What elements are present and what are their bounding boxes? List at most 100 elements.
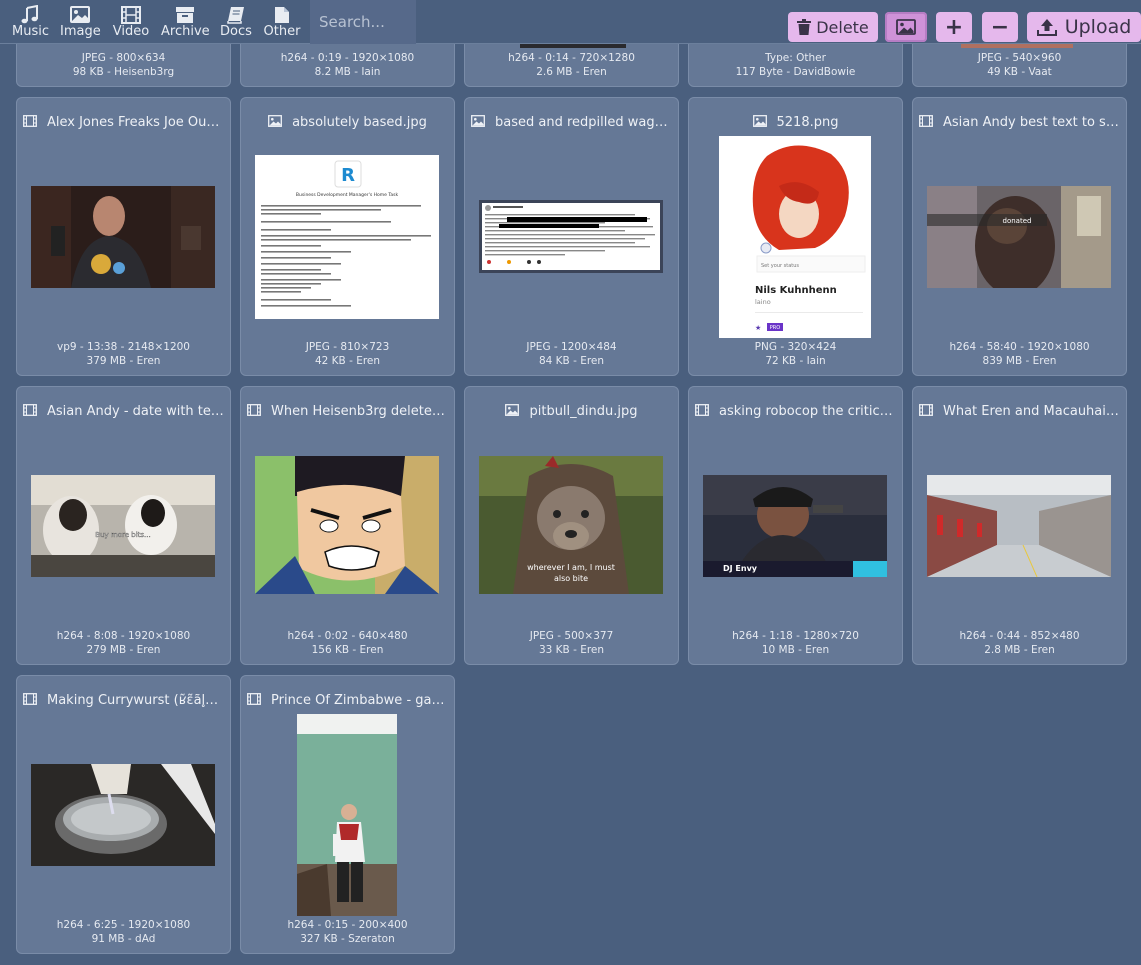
file-meta-size: 2.6 MB - Eren — [536, 66, 607, 78]
upload-icon — [1036, 19, 1057, 36]
category-label: Video — [112, 24, 150, 39]
image-thumbnail[interactable]: R Business Development Manager's Home Tas… — [255, 155, 439, 319]
search-input[interactable] — [310, 0, 416, 44]
category-image[interactable]: Image — [60, 3, 101, 43]
category-archive[interactable]: Archive — [161, 3, 210, 43]
file-meta-size: 156 KB - Eren — [311, 644, 384, 656]
delete-button[interactable]: Delete — [788, 12, 878, 42]
upload-button[interactable]: Upload — [1027, 12, 1141, 42]
image-thumbnail[interactable]: Set your status Nils Kuhnhenn laino ★ PRO — [719, 136, 871, 338]
file-meta-format: JPEG - 500×377 — [529, 630, 614, 642]
file-meta-size: 84 KB - Eren — [538, 355, 605, 367]
file-name: Asian Andy - date with text ... — [47, 404, 224, 419]
file-card[interactable]: based and redpilled wagesl... JPEG - 1200… — [464, 97, 679, 376]
file-meta-size: 327 KB - Szeraton — [300, 933, 395, 945]
file-title: Making Currywurst (ʁ̃ɛ̃ãl̥dɔ̀l̥... — [23, 693, 224, 711]
video-thumbnail[interactable] — [927, 475, 1111, 577]
file-card[interactable]: What Eren and Macauhai h... h264 - 0:44 -… — [912, 386, 1127, 665]
minus-icon: − — [990, 14, 1010, 40]
svg-text:Nils Kuhnhenn: Nils Kuhnhenn — [755, 285, 837, 296]
file-meta-size: 42 KB - Eren — [314, 355, 381, 367]
file-card[interactable]: Making Currywurst (ʁ̃ɛ̃ãl̥dɔ̀l̥... h264 -… — [16, 675, 231, 954]
file-icon — [263, 3, 301, 25]
svg-text:Business Development Manager's: Business Development Manager's Home Task — [296, 192, 399, 198]
top-toolbar: Music Image Video Archive Docs Other Del… — [0, 0, 1141, 44]
file-meta-size: 839 MB - Eren — [982, 355, 1057, 367]
book-icon — [219, 3, 253, 25]
file-meta-format: Type: Other — [765, 52, 826, 64]
svg-text:Set your status: Set your status — [761, 263, 799, 269]
file-name: When Heisenb3rg deletes ... — [271, 404, 448, 419]
file-meta-size: 91 MB - dAd — [91, 933, 156, 945]
category-label: Music — [12, 24, 49, 39]
video-thumbnail[interactable]: Buy more bits... — [31, 475, 215, 577]
file-meta-format: PNG - 320×424 — [754, 341, 837, 353]
image-view-toggle[interactable] — [885, 12, 927, 42]
file-title: based and redpilled wagesl... — [471, 115, 672, 133]
music-icon — [12, 3, 48, 25]
file-meta-size: 49 KB - Vaat — [987, 66, 1052, 78]
video-thumbnail[interactable] — [31, 186, 215, 288]
svg-text:laino: laino — [755, 298, 771, 306]
file-title: asking robocop the critical ... — [695, 404, 896, 422]
category-video[interactable]: Video — [112, 3, 150, 43]
file-meta-size: 8.2 MB - Iain — [314, 66, 381, 78]
file-name: Alex Jones Freaks Joe Out-ix... — [47, 115, 224, 130]
film-icon — [112, 3, 150, 25]
file-card[interactable]: absolutely based.jpg R Business Developmen… — [240, 97, 455, 376]
file-meta-size: 117 Byte - DavidBowie — [735, 66, 856, 78]
file-title: Alex Jones Freaks Joe Out-ix... — [23, 115, 224, 133]
file-meta-format: h264 - 0:44 - 852×480 — [959, 630, 1080, 642]
plus-icon: + — [944, 14, 964, 40]
image-thumbnail[interactable] — [479, 200, 663, 273]
category-music[interactable]: Music — [12, 3, 49, 43]
file-meta-size: 2.8 MB - Eren — [984, 644, 1055, 656]
image-thumbnail[interactable]: wherever I am, I must also bite — [479, 456, 663, 594]
file-meta-format: h264 - 8:08 - 1920×1080 — [56, 630, 191, 642]
file-title: Asian Andy best text to spe... — [919, 115, 1120, 133]
file-name: asking robocop the critical ... — [719, 404, 896, 419]
file-name: absolutely based.jpg — [292, 115, 427, 130]
film-icon — [247, 404, 261, 416]
image-icon — [896, 19, 916, 35]
file-meta-size: 98 KB - Heisenb3rg — [72, 66, 175, 78]
file-name: Making Currywurst (ʁ̃ɛ̃ãl̥dɔ̀l̥... — [47, 693, 224, 708]
file-card[interactable]: Alex Jones Freaks Joe Out-ix... vp9 - 13:… — [16, 97, 231, 376]
video-thumbnail[interactable] — [31, 764, 215, 866]
category-label: Other — [263, 24, 301, 39]
file-card[interactable]: Asian Andy best text to spe... donated h26… — [912, 97, 1127, 376]
film-icon — [23, 115, 37, 127]
file-meta-format: JPEG - 1200×484 — [526, 341, 617, 353]
film-icon — [247, 693, 261, 705]
file-card[interactable]: Prince Of Zimbabwe - gang ... h264 - 0:15… — [240, 675, 455, 954]
file-title: 5218.png — [695, 115, 896, 133]
svg-text:Buy more bits...: Buy more bits... — [95, 531, 150, 539]
video-thumbnail[interactable] — [297, 714, 397, 916]
file-card[interactable]: Asian Andy - date with text ... Buy more … — [16, 386, 231, 665]
category-docs[interactable]: Docs — [219, 3, 253, 43]
category-other[interactable]: Other — [263, 3, 301, 43]
file-name: based and redpilled wagesl... — [495, 115, 672, 130]
film-icon — [919, 115, 933, 127]
file-name: What Eren and Macauhai h... — [943, 404, 1120, 419]
file-meta-format: h264 - 0:02 - 640×480 — [287, 630, 408, 642]
file-card[interactable]: 5218.png Set your status Nils Kuhnhenn lain… — [688, 97, 903, 376]
file-meta-format: h264 - 58:40 - 1920×1080 — [949, 341, 1090, 353]
svg-text:donated: donated — [1003, 217, 1032, 225]
image-icon — [471, 115, 485, 127]
zoom-in-button[interactable]: + — [936, 12, 972, 42]
file-meta-format: vp9 - 13:38 - 2148×1200 — [57, 341, 190, 353]
file-meta-format: h264 - 0:15 - 200×400 — [287, 919, 408, 931]
video-thumbnail[interactable]: DJ Envy — [703, 475, 887, 577]
file-card[interactable]: asking robocop the critical ... DJ Envy h2… — [688, 386, 903, 665]
file-meta-size: 72 KB - Iain — [765, 355, 826, 367]
file-card[interactable]: When Heisenb3rg deletes ... h264 - 0:02 -… — [240, 386, 455, 665]
file-meta-size: 279 MB - Eren — [86, 644, 161, 656]
video-thumbnail[interactable]: donated — [927, 186, 1111, 288]
zoom-out-button[interactable]: − — [982, 12, 1018, 42]
image-icon — [752, 115, 767, 127]
file-meta-format: JPEG - 800×634 — [81, 52, 166, 64]
video-thumbnail[interactable] — [255, 456, 439, 594]
file-meta-format: h264 - 0:19 - 1920×1080 — [280, 52, 415, 64]
file-card[interactable]: pitbull_dindu.jpg wherever I am, I must al… — [464, 386, 679, 665]
